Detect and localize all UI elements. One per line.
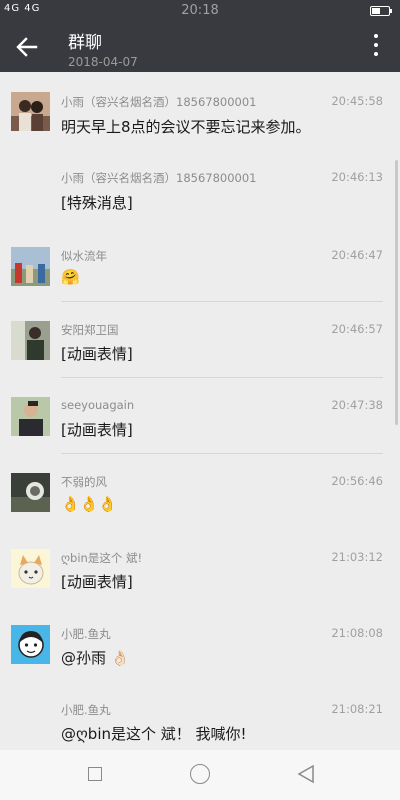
message-time: 20:45:58 (331, 94, 383, 108)
triangle-back-icon (297, 764, 314, 784)
app-bar: 群聊 2018-04-07 (0, 22, 400, 72)
page-subtitle: 2018-04-07 (68, 55, 138, 69)
avatar (11, 247, 50, 286)
system-nav-bar (0, 750, 400, 800)
sender-name: 似水流年 (61, 249, 107, 263)
message-content: 🤗 (61, 268, 80, 286)
home-button[interactable] (190, 764, 210, 784)
list-item[interactable]: 安阳郑卫国 20:46:57 [动画表情] (0, 302, 400, 378)
list-item[interactable]: 似水流年 20:46:47 🤗 (0, 226, 400, 302)
message-content: @ღbin是这个 斌！ 我喊你! (61, 725, 247, 743)
message-time: 20:56:46 (331, 474, 383, 488)
scrollbar[interactable] (395, 160, 398, 425)
message-time: 21:08:08 (331, 626, 383, 640)
sender-name: 不弱的风 (61, 475, 107, 489)
page-title: 群聊 (68, 33, 102, 53)
list-item[interactable]: 小雨（容兴名烟名酒）18567800001 20:46:13 [特殊消息] (0, 148, 400, 226)
sender-name: 安阳郑卫国 (61, 323, 119, 337)
message-content: [特殊消息] (61, 194, 133, 212)
message-time: 20:47:38 (331, 398, 383, 412)
list-item[interactable]: seeyouagain 20:47:38 [动画表情] (0, 378, 400, 454)
sender-name: 小肥.鱼丸 (61, 627, 111, 641)
clock: 20:18 (181, 3, 219, 18)
message-time: 21:08:21 (331, 702, 383, 716)
sender-name: 小雨（容兴名烟名酒）18567800001 (61, 171, 257, 185)
avatar (11, 625, 50, 664)
back-button[interactable] (12, 32, 42, 62)
status-bar: 4G 4G 20:18 (0, 0, 400, 22)
list-item[interactable]: ღbin是这个 斌! 21:03:12 [动画表情] (0, 530, 400, 606)
message-time: 20:46:47 (331, 248, 383, 262)
avatar (11, 549, 50, 588)
list-item[interactable]: 小肥.鱼丸 21:08:21 @ღbin是这个 斌！ 我喊你! (0, 681, 400, 743)
sender-name: seeyouagain (61, 398, 135, 412)
sender-name: ღbin是这个 斌! (61, 551, 143, 565)
sender-name: 小雨（容兴名烟名酒）18567800001 (61, 95, 257, 109)
message-time: 21:03:12 (331, 550, 383, 564)
message-content: 👌👌👌 (61, 495, 118, 513)
list-item[interactable]: 小雨（容兴名烟名酒）18567800001 20:45:58 明天早上8点的会议… (0, 72, 400, 148)
message-content: [动画表情] (61, 573, 133, 591)
battery-icon (370, 6, 392, 16)
message-content: [动画表情] (61, 421, 133, 439)
message-list[interactable]: 小雨（容兴名烟名酒）18567800001 20:45:58 明天早上8点的会议… (0, 72, 400, 750)
message-content: 明天早上8点的会议不要忘记来参加。 (61, 118, 311, 136)
more-menu-button[interactable] (372, 34, 380, 60)
list-item[interactable]: 小肥.鱼丸 21:08:08 @孙雨 👌🏻 (0, 606, 400, 681)
arrow-left-icon (16, 37, 38, 57)
sender-name: 小肥.鱼丸 (61, 703, 111, 717)
list-item[interactable]: 不弱的风 20:56:46 👌👌👌 (0, 454, 400, 530)
nav-back-button[interactable] (296, 764, 316, 784)
avatar (11, 92, 50, 131)
avatar (11, 473, 50, 512)
message-content: @孙雨 👌🏻 (61, 649, 130, 667)
message-time: 20:46:13 (331, 170, 383, 184)
more-vert-icon (374, 34, 378, 38)
message-content: [动画表情] (61, 345, 133, 363)
message-time: 20:46:57 (331, 322, 383, 336)
avatar (11, 397, 50, 436)
recent-apps-button[interactable] (88, 767, 102, 781)
avatar (11, 321, 50, 360)
